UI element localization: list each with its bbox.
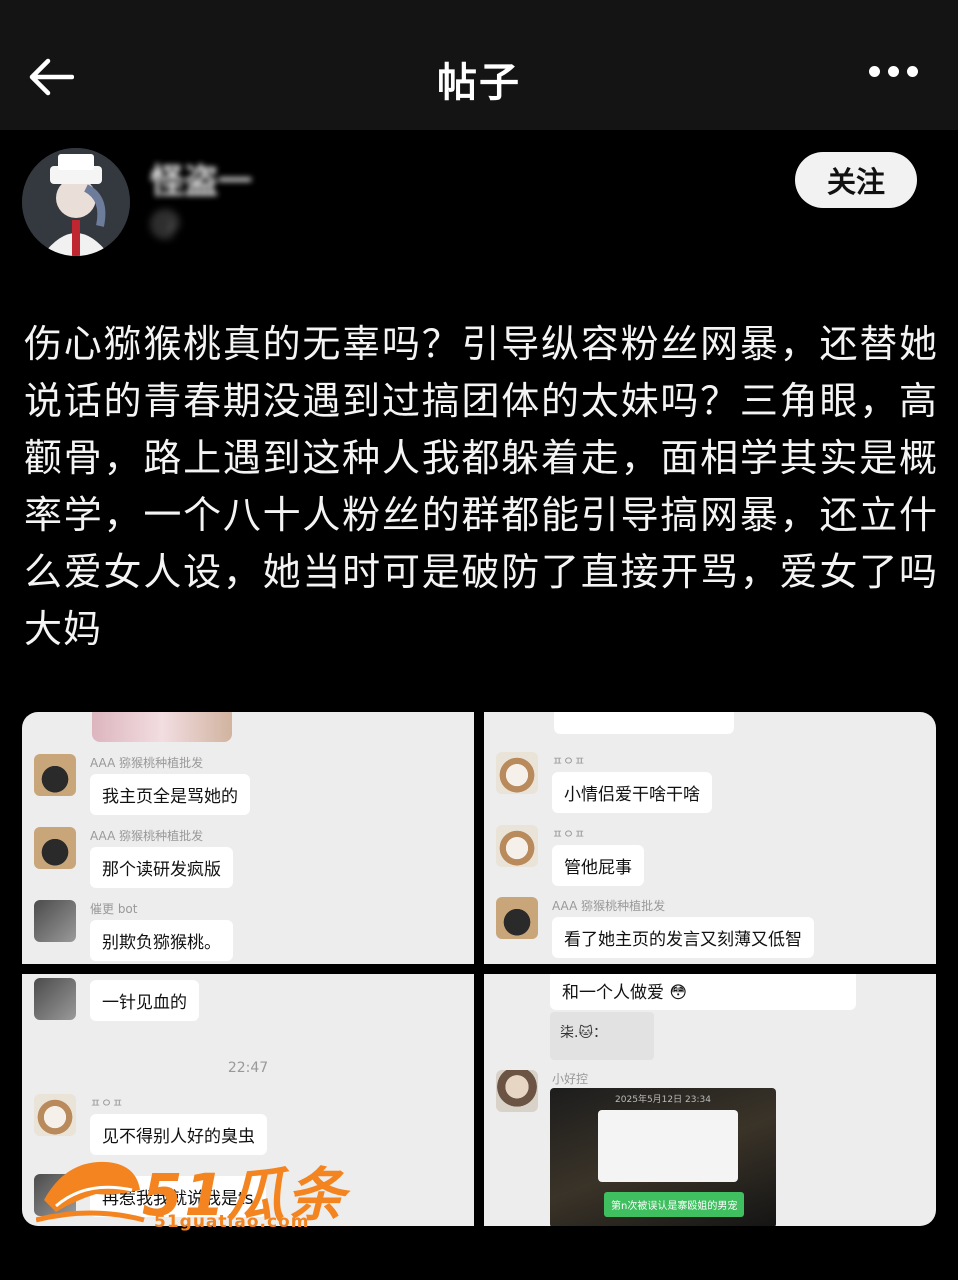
nested-chat <box>598 1110 738 1182</box>
sender-name: ㅍㅇㅍ <box>552 827 586 841</box>
chat-message: ㅍㅇㅍ 管他屁事 <box>496 825 644 886</box>
user-avatar <box>496 1070 538 1112</box>
sender-name: ㅍㅇㅍ <box>90 1096 124 1110</box>
image-date: 2025年5月12日 23:34 <box>615 1095 711 1105</box>
screenshot-image: 2025年5月12日 23:34 第n次被误认是寨殴姐的男宠 <box>550 1088 776 1226</box>
top-bar: 帖子 <box>0 0 958 130</box>
user-avatar <box>34 754 76 796</box>
sender-name: ㅍㅇㅍ <box>552 754 586 768</box>
post-image-grid: AAA 猕猴桃种植批发 我主页全是骂她的 AAA 猕猴桃种植批发 那个读研发疯版… <box>22 712 936 1226</box>
message-bubble: 见不得别人好的臭虫 <box>90 1114 267 1155</box>
sender-name: AAA 猕猴桃种植批发 <box>90 829 204 843</box>
user-avatar <box>496 752 538 794</box>
chat-message: ㅍㅇㅍ 小情侣爱干啥干啥 <box>496 752 712 813</box>
sender-name: AAA 猕猴桃种植批发 <box>90 756 204 770</box>
toolbar-strip <box>554 712 734 734</box>
chat-message: 再惹我我就说我是ts <box>34 1174 266 1217</box>
user-avatar <box>34 1094 76 1136</box>
user-avatar <box>34 1174 76 1216</box>
user-avatar <box>34 827 76 869</box>
post-image-2[interactable]: ㅍㅇㅍ 小情侣爱干啥干啥 ㅍㅇㅍ 管他屁事 AAA 猕猴桃种植批发 看了她主页的… <box>484 712 936 964</box>
message-bubble: 看了她主页的发言又刻薄又低智 <box>552 917 814 958</box>
sender-name: AAA 猕猴桃种植批发 <box>552 899 666 913</box>
avatar-image <box>22 148 130 256</box>
author-handle: @ <box>150 205 180 240</box>
sender-name: 小好控 <box>552 1072 589 1086</box>
flower-image <box>92 712 232 742</box>
message-bubble: 别欺负猕猴桃。 <box>90 920 233 961</box>
user-avatar <box>34 900 76 942</box>
message-bubble: 那个读研发疯版 <box>90 847 233 888</box>
message-bubble: 和一个人做爱 😳 <box>550 974 856 1010</box>
follow-button[interactable]: 关注 <box>795 152 917 208</box>
message-bubble: 管他屁事 <box>552 845 644 886</box>
post-text: 伤心猕猴桃真的无辜吗？引导纵容粉丝网暴，还替她说话的青春期没遇到过搞团体的太妹吗… <box>24 322 938 651</box>
user-avatar <box>496 897 538 939</box>
post-image-4[interactable]: 和一个人做爱 😳 柒.🐱： 小好控 2025年5月12日 23:34 第n次被误… <box>484 974 936 1226</box>
chat-message: AAA 猕猴桃种植批发 我主页全是骂她的 <box>34 754 250 815</box>
page-title: 帖子 <box>437 60 521 106</box>
chat-message: ㅍㅇㅍ 见不得别人好的臭虫 <box>34 1094 267 1155</box>
chat-message: AAA 猕猴桃种植批发 那个读研发疯版 <box>34 827 233 888</box>
more-dot-icon <box>869 66 880 77</box>
green-bubble: 第n次被误认是寨殴姐的男宠 <box>604 1192 745 1217</box>
message-bubble: 我主页全是骂她的 <box>90 774 250 815</box>
chat-message: 一针见血的 <box>34 978 199 1021</box>
author-avatar[interactable] <box>22 148 130 256</box>
post-image-1[interactable]: AAA 猕猴桃种植批发 我主页全是骂她的 AAA 猕猴桃种植批发 那个读研发疯版… <box>22 712 474 964</box>
more-dot-icon <box>888 66 899 77</box>
author-name[interactable]: 怪盗一 <box>150 154 252 203</box>
user-avatar <box>34 978 76 1020</box>
more-dot-icon <box>907 66 918 77</box>
message-bubble: 小情侣爱干啥干啥 <box>552 772 712 813</box>
quoted-message: 柒.🐱： <box>550 1012 654 1060</box>
chat-timestamp: 22:47 <box>227 1060 269 1076</box>
message-bubble: 再惹我我就说我是ts <box>90 1176 266 1217</box>
more-options-button[interactable] <box>869 66 918 77</box>
message-bubble: 一针见血的 <box>90 980 199 1021</box>
chat-message: AAA 猕猴桃种植批发 看了她主页的发言又刻薄又低智 <box>496 897 814 958</box>
chat-message: 催更 bot 别欺负猕猴桃。 <box>34 900 233 961</box>
sender-name: 催更 bot <box>90 902 138 916</box>
user-avatar <box>496 825 538 867</box>
post-image-3[interactable]: 一针见血的 22:47 ㅍㅇㅍ 见不得别人好的臭虫 再惹我我就说我是ts <box>22 974 474 1226</box>
